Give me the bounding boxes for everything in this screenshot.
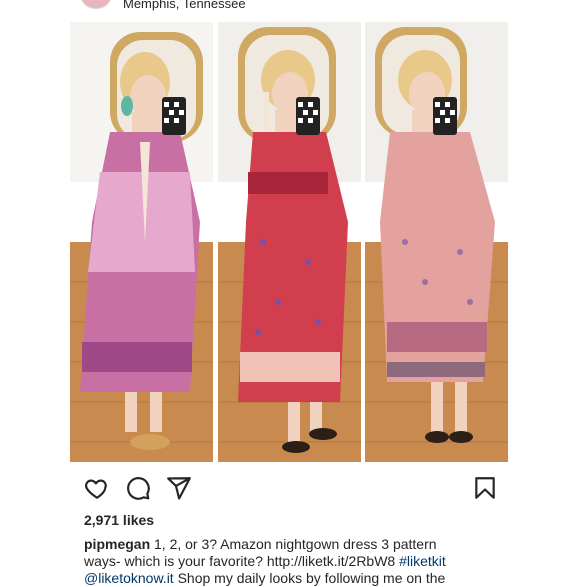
post-location[interactable]: Memphis, Tennessee	[123, 0, 246, 11]
heart-icon[interactable]	[84, 475, 110, 501]
outfit-photo-2	[218, 22, 361, 462]
avatar[interactable]	[80, 0, 112, 9]
post-header: Memphis, Tennessee	[0, 0, 580, 18]
outfit-photo-3	[365, 22, 508, 462]
send-icon[interactable]	[166, 475, 192, 501]
post-actions	[80, 475, 500, 501]
caption-text-2: ways- which is your favorite? http://lik…	[84, 553, 400, 569]
bookmark-icon[interactable]	[472, 475, 498, 501]
mention-link[interactable]: @liketoknow.it	[84, 570, 174, 586]
hashtag-link[interactable]: #liketkit	[399, 553, 446, 569]
like-count[interactable]: 2,971 likes	[84, 512, 154, 528]
post-caption: pipmegan 1, 2, or 3? Amazon nightgown dr…	[84, 536, 504, 587]
comment-icon[interactable]	[125, 475, 151, 501]
caption-text-1: 1, 2, or 3? Amazon nightgown dress 3 pat…	[150, 536, 437, 552]
caption-text-3: Shop my daily looks by following me on t…	[173, 570, 446, 586]
post-image[interactable]	[70, 22, 510, 462]
caption-username[interactable]: pipmegan	[84, 536, 150, 552]
outfit-photo-1	[70, 22, 213, 462]
